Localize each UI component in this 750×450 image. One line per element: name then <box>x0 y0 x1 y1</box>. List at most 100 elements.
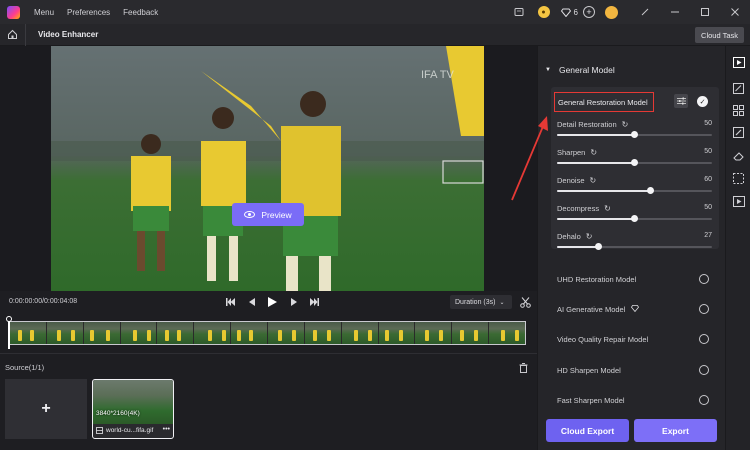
edit-pen-icon[interactable] <box>732 126 745 139</box>
param-value: 50 <box>704 120 712 127</box>
slider-track[interactable] <box>557 243 712 250</box>
eraser-icon[interactable] <box>732 149 745 162</box>
playhead-line[interactable] <box>8 321 10 349</box>
skip-start-icon[interactable] <box>220 295 241 309</box>
trash-icon[interactable] <box>517 362 529 374</box>
param-label-text: Dehalo <box>557 232 581 241</box>
playhead-handle[interactable] <box>6 316 12 322</box>
cloud-task-button[interactable]: Cloud Task <box>695 27 744 43</box>
edit-icon[interactable] <box>630 0 660 24</box>
reset-icon[interactable]: ↻ <box>604 204 611 213</box>
radio-button[interactable] <box>699 395 709 405</box>
slider-fill <box>557 218 635 220</box>
param-detail-restoration: Detail Restoration ↻ 50 <box>557 120 712 144</box>
film-strip[interactable] <box>9 321 526 345</box>
video-enhance-icon[interactable] <box>732 56 745 69</box>
preview-button[interactable]: Preview <box>232 203 304 226</box>
strip-frame <box>378 322 416 344</box>
add-source-button[interactable]: + <box>5 379 87 439</box>
add-source-label: + <box>41 400 51 417</box>
maximize-icon[interactable] <box>690 0 720 24</box>
playback-buttons <box>220 295 325 309</box>
settings-sliders-icon[interactable] <box>674 94 688 108</box>
user-avatar[interactable] <box>605 5 618 19</box>
slider-fill <box>557 134 635 136</box>
reset-icon[interactable]: ↻ <box>586 232 593 241</box>
feedback-button[interactable]: Feedback <box>123 8 158 17</box>
add-credits-icon[interactable]: + <box>583 6 595 18</box>
close-icon[interactable] <box>720 0 750 24</box>
active-model-label: General Restoration Model <box>558 97 648 107</box>
titlebar-right: ● 6 + <box>510 0 750 24</box>
gem-icon <box>560 3 572 21</box>
param-label: Decompress ↻ <box>557 204 611 213</box>
thumbnail-resolution: 3840*2160(4K) <box>96 410 140 417</box>
cloud-export-button[interactable]: Cloud Export <box>546 419 629 442</box>
duration-select[interactable]: Duration (3s) ⌄ <box>450 295 512 309</box>
slider-handle[interactable] <box>595 243 603 250</box>
reset-icon[interactable]: ↻ <box>622 120 629 129</box>
slider-handle[interactable] <box>631 131 638 138</box>
image-enhance-icon[interactable] <box>732 82 745 95</box>
strip-frame <box>10 322 47 344</box>
home-button[interactable] <box>0 23 26 46</box>
slider-handle[interactable] <box>631 159 638 166</box>
strip-frame <box>489 322 525 344</box>
notification-icon[interactable] <box>510 3 528 21</box>
model-option-video-quality-repair[interactable]: Video Quality Repair Model <box>557 332 709 346</box>
general-restoration-card: General Restoration Model ✓ Detail Resto… <box>551 87 719 250</box>
param-value: 27 <box>704 232 712 239</box>
slider-track[interactable] <box>557 131 712 138</box>
app-logo <box>7 5 20 19</box>
slider-handle[interactable] <box>646 187 654 194</box>
chevron-down-icon: ⌄ <box>499 299 505 306</box>
minimize-icon[interactable] <box>660 0 690 24</box>
strip-frame <box>231 322 269 344</box>
strip-frame <box>194 322 232 344</box>
model-option-hd-sharpen[interactable]: HD Sharpen Model <box>557 363 709 377</box>
radio-button[interactable] <box>699 274 709 284</box>
param-denoise: Denoise ↻ 60 <box>557 176 712 200</box>
radio-button[interactable] <box>699 304 709 314</box>
model-option-fast-sharpen[interactable]: Fast Sharpen Model <box>557 393 709 407</box>
step-forward-icon[interactable] <box>283 295 304 309</box>
model-option-uhd-restoration[interactable]: UHD Restoration Model <box>557 272 709 286</box>
strip-frame <box>46 322 84 344</box>
export-button[interactable]: Export <box>634 419 717 442</box>
general-model-header[interactable]: ▼ General Model <box>545 65 615 75</box>
crop-select-icon[interactable] <box>732 172 745 185</box>
reset-icon[interactable]: ↻ <box>590 148 597 157</box>
more-options-icon[interactable]: ••• <box>163 426 170 433</box>
skip-end-icon[interactable] <box>304 295 325 309</box>
model-option-label: Fast Sharpen Model <box>557 395 625 405</box>
preview-button-label: Preview <box>261 209 292 220</box>
slider-track[interactable] <box>557 215 712 222</box>
strip-frame <box>304 322 342 344</box>
premium-diamond-icon <box>631 304 640 314</box>
step-back-icon[interactable] <box>241 295 262 309</box>
grid-tools-icon[interactable] <box>732 104 745 117</box>
radio-button[interactable] <box>699 334 709 344</box>
play-icon[interactable] <box>262 295 283 309</box>
video-preview: IFA TV <box>51 46 484 291</box>
export-video-icon[interactable] <box>732 195 745 208</box>
source-thumbnail[interactable]: 3840*2160(4K) world-cu...fifa.gif ••• <box>92 379 174 439</box>
param-value: 50 <box>704 204 712 211</box>
coin-icon[interactable]: ● <box>537 6 550 18</box>
scissors-icon[interactable] <box>518 295 532 309</box>
param-value: 50 <box>704 148 712 155</box>
source-panel: Source(1/1) + 3840*2160(4K) world-cu...f… <box>0 353 537 450</box>
strip-frame <box>268 322 305 344</box>
model-option-ai-generative[interactable]: AI Generative Model <box>557 302 709 316</box>
slider-handle[interactable] <box>631 215 638 222</box>
preferences-button[interactable]: Preferences <box>67 8 110 17</box>
slider-track[interactable] <box>557 159 712 166</box>
reset-icon[interactable]: ↻ <box>590 176 597 185</box>
slider-track[interactable] <box>557 187 712 194</box>
checkmark-icon[interactable]: ✓ <box>697 96 708 107</box>
settings-panel: ▼ General Model General Restoration Mode… <box>537 46 725 450</box>
timeline <box>0 313 537 353</box>
active-model-title[interactable]: General Restoration Model <box>554 92 654 112</box>
menu-button[interactable]: Menu <box>34 8 54 17</box>
radio-button[interactable] <box>699 365 709 375</box>
